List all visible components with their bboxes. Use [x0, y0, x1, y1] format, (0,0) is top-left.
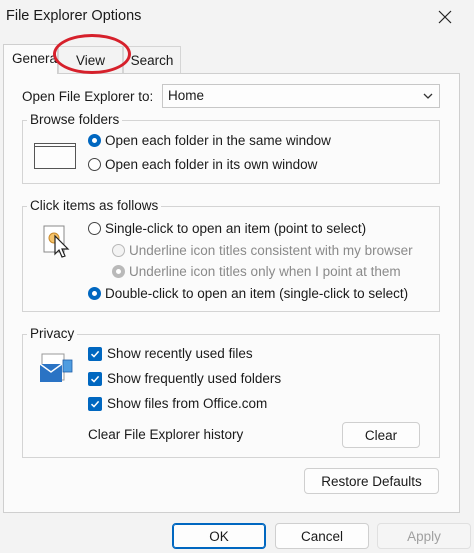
- radio-double-click[interactable]: Double-click to open an item (single-cli…: [88, 286, 408, 301]
- restore-defaults-button[interactable]: Restore Defaults: [304, 468, 439, 494]
- clear-button[interactable]: Clear: [342, 422, 420, 448]
- browse-folders-legend: Browse folders: [27, 112, 123, 127]
- checkmark-icon: [90, 350, 100, 358]
- clear-history-label: Clear File Explorer history: [88, 427, 244, 442]
- radio-single-click[interactable]: Single-click to open an item (point to s…: [88, 221, 366, 236]
- title-bar: File Explorer Options: [0, 0, 474, 34]
- click-items-legend: Click items as follows: [27, 198, 162, 213]
- radio-button[interactable]: [112, 265, 125, 278]
- radio-button[interactable]: [88, 222, 101, 235]
- browse-folders-group: [22, 120, 440, 184]
- radio-underline-always[interactable]: Underline icon titles consistent with my…: [112, 243, 413, 258]
- checkmark-icon: [90, 375, 100, 383]
- checkbox[interactable]: [88, 396, 102, 411]
- open-explorer-select[interactable]: Home: [162, 84, 440, 108]
- tab-search[interactable]: Search: [123, 46, 181, 74]
- open-explorer-label: Open File Explorer to:: [22, 89, 154, 104]
- check-frequent-folders[interactable]: Show frequently used folders: [88, 371, 281, 386]
- cancel-button[interactable]: Cancel: [275, 523, 369, 549]
- radio-same-window[interactable]: Open each folder in the same window: [88, 133, 331, 148]
- radio-underline-point[interactable]: Underline icon titles only when I point …: [112, 264, 401, 279]
- checkmark-icon: [90, 400, 100, 408]
- checkbox[interactable]: [88, 346, 102, 361]
- check-office-files[interactable]: Show files from Office.com: [88, 396, 267, 411]
- check-recent-files[interactable]: Show recently used files: [88, 346, 253, 361]
- folder-window-icon: [34, 143, 76, 169]
- open-explorer-value: Home: [168, 88, 205, 103]
- radio-button[interactable]: [88, 287, 101, 300]
- privacy-legend: Privacy: [27, 326, 78, 341]
- tab-view[interactable]: View: [58, 46, 123, 74]
- checkbox[interactable]: [88, 371, 102, 386]
- window-title: File Explorer Options: [6, 8, 142, 24]
- tab-general[interactable]: General: [3, 44, 58, 74]
- chevron-down-icon: [423, 93, 433, 99]
- ok-button[interactable]: OK: [172, 523, 266, 549]
- close-icon: [438, 10, 452, 24]
- privacy-shield-icon: [39, 353, 73, 382]
- radio-own-window[interactable]: Open each folder in its own window: [88, 157, 317, 172]
- radio-button[interactable]: [88, 158, 101, 171]
- close-button[interactable]: [431, 5, 459, 29]
- radio-button[interactable]: [112, 244, 125, 257]
- radio-button[interactable]: [88, 134, 101, 147]
- pointer-click-icon: [43, 225, 70, 258]
- apply-button[interactable]: Apply: [377, 523, 471, 549]
